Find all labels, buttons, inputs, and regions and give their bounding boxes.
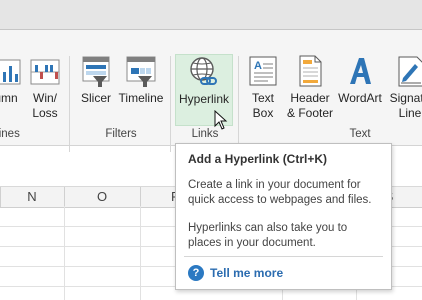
hyperlink-tooltip: Add a Hyperlink (Ctrl+K) Create a link i… bbox=[175, 143, 392, 290]
group-separator bbox=[170, 56, 171, 152]
timeline-label: Timeline bbox=[118, 91, 164, 105]
slicer-icon bbox=[82, 56, 110, 87]
column-header-o[interactable]: O bbox=[64, 187, 140, 207]
signature-line-button[interactable]: Signatu Line bbox=[386, 54, 422, 154]
header-footer-icon bbox=[299, 55, 322, 87]
mouse-pointer-icon bbox=[214, 110, 228, 130]
tooltip-divider bbox=[184, 256, 383, 257]
tell-me-more-link[interactable]: ? Tell me more bbox=[188, 264, 283, 282]
slicer-label: Slicer bbox=[80, 91, 111, 105]
help-question-icon: ? bbox=[188, 265, 204, 281]
signature-line-icon bbox=[398, 56, 422, 87]
text-box-icon: A bbox=[249, 56, 277, 86]
ribbon-insert-tab: umn Win/ Loss lines Slicer bbox=[0, 30, 422, 152]
text-box-label: Text Box bbox=[251, 91, 274, 120]
group-separator bbox=[238, 56, 239, 152]
title-bar-strip bbox=[0, 0, 422, 29]
header-footer-label: Header & Footer bbox=[286, 91, 334, 120]
column-header-n[interactable]: N bbox=[0, 187, 64, 207]
tooltip-additional-info: Hyperlinks can also take you to places i… bbox=[188, 222, 348, 249]
win-loss-label: Win/ Loss bbox=[32, 91, 58, 120]
sparklines-group-label: lines bbox=[0, 128, 20, 140]
links-group-label: Links bbox=[191, 128, 219, 140]
tooltip-title: Add a Hyperlink (Ctrl+K) bbox=[188, 152, 328, 166]
timeline-icon bbox=[126, 56, 156, 87]
group-separator bbox=[69, 56, 70, 152]
column-sparkline-label: umn bbox=[0, 91, 18, 105]
hyperlink-label: Hyperlink bbox=[178, 92, 229, 106]
win-loss-sparkline-button[interactable]: Win/ Loss bbox=[28, 54, 62, 154]
column-sparkline-icon bbox=[0, 59, 21, 85]
header-footer-button[interactable]: Header & Footer bbox=[284, 54, 336, 154]
signature-line-label: Signatu Line bbox=[389, 91, 422, 120]
hyperlink-globe-icon bbox=[190, 57, 217, 85]
filters-group-label: Filters bbox=[105, 128, 137, 140]
text-box-button[interactable]: A Text Box bbox=[244, 54, 282, 154]
text-group-label: Text bbox=[349, 128, 371, 140]
wordart-label: WordArt bbox=[338, 91, 382, 105]
tooltip-description: Create a link in your document for quick… bbox=[188, 179, 372, 206]
win-loss-sparkline-icon bbox=[30, 59, 60, 85]
tell-me-more-label: Tell me more bbox=[210, 266, 284, 280]
wordart-icon bbox=[350, 58, 371, 84]
svg-text:A: A bbox=[254, 60, 262, 72]
